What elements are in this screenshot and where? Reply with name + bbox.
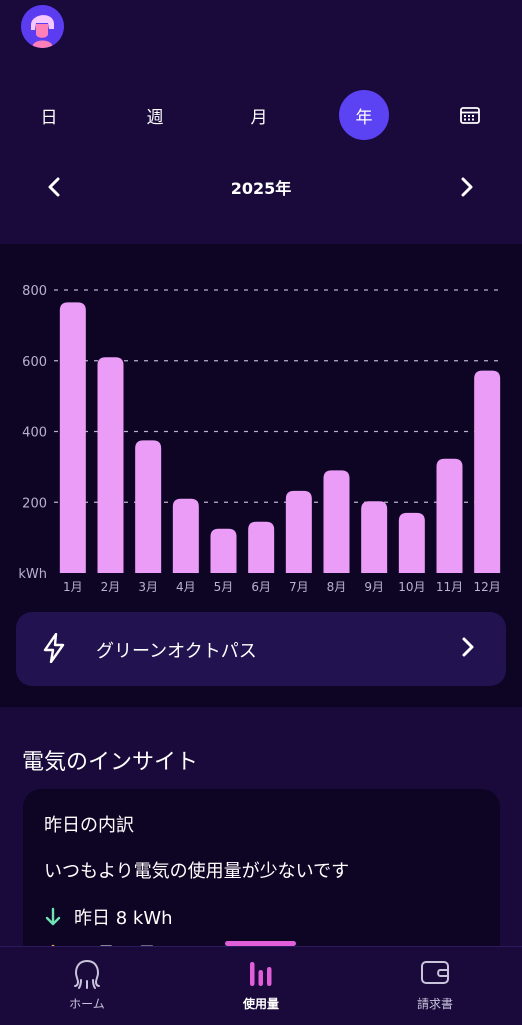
nav-usage[interactable]: 使用量 [201, 947, 321, 1025]
green-octopus-label: グリーンオクトパス [96, 641, 257, 662]
bar-10月[interactable] [398, 512, 425, 573]
avatar-icon [21, 5, 64, 48]
x-tick-label: 9月 [364, 580, 384, 594]
chevron-right-icon [461, 177, 473, 197]
tab-year-label: 年 [355, 107, 373, 128]
bar-2月[interactable] [97, 357, 124, 573]
bar-12月[interactable] [474, 370, 501, 573]
chevron-right-icon [462, 637, 474, 657]
bar-7月[interactable] [285, 490, 312, 573]
bar-5月[interactable] [210, 528, 237, 573]
tab-day-label: 日 [40, 107, 58, 128]
tab-week[interactable]: 週 [130, 90, 180, 140]
y-tick-label: kWh [18, 567, 47, 582]
arrow-down-icon [45, 907, 61, 926]
y-tick-label: 600 [22, 355, 47, 370]
insight-message: いつもより電気の使用量が少ないです [44, 861, 350, 882]
period-tabs: 日 週 月 年 [0, 90, 522, 140]
insights-title: 電気のインサイト [22, 750, 199, 775]
x-tick-label: 8月 [327, 580, 347, 594]
usage-bar-chart: kWh 200 400 600 800 1月 2月 3月 4月 5月 6月 7月 8月 9月 10月 11月 1… [18, 284, 501, 594]
next-year-button[interactable] [451, 171, 483, 203]
y-tick-label: 200 [22, 496, 47, 511]
x-tick-label: 3月 [138, 580, 158, 594]
x-tick-label: 6月 [251, 580, 271, 594]
x-tick-label: 4月 [176, 580, 196, 594]
tab-calendar[interactable] [445, 90, 495, 140]
bar-chart-icon [250, 962, 272, 986]
x-tick-label: 2月 [101, 580, 121, 594]
bar-6月[interactable] [248, 521, 275, 573]
x-tick-label: 5月 [214, 580, 234, 594]
year-navigator: 2025年 [0, 165, 522, 209]
insight-yesterday-value: 昨日 8 kWh [74, 908, 173, 929]
bottom-nav: ホーム 使用量 請求書 [0, 946, 522, 1025]
lightning-icon [43, 633, 65, 663]
year-label: 2025年 [230, 179, 292, 198]
calendar-icon [460, 107, 480, 124]
nav-home-label: ホーム [69, 997, 105, 1011]
tab-day[interactable]: 日 [24, 90, 74, 140]
insight-card-title: 昨日の内訳 [44, 815, 134, 836]
x-tick-label: 11月 [436, 580, 463, 594]
insight-row-yesterday: 昨日 8 kWh [44, 904, 173, 930]
tab-week-label: 週 [146, 107, 164, 128]
nav-bills[interactable]: 請求書 [375, 947, 495, 1025]
octopus-icon [74, 960, 100, 989]
bar-11月[interactable] [436, 458, 463, 573]
y-tick-label: 400 [22, 426, 47, 441]
nav-home[interactable]: ホーム [27, 947, 147, 1025]
header-area: 日 週 月 年 2025年 [0, 0, 522, 243]
bar-8月[interactable] [323, 470, 350, 573]
x-tick-label: 1月 [63, 580, 83, 594]
bar-3月[interactable] [135, 440, 162, 573]
wallet-icon [421, 961, 449, 984]
tab-month-label: 月 [250, 107, 268, 128]
nav-usage-label: 使用量 [242, 997, 279, 1011]
bar-9月[interactable] [361, 501, 388, 573]
tab-year[interactable]: 年 [339, 90, 389, 140]
x-tick-label: 10月 [398, 580, 425, 594]
nav-bills-label: 請求書 [416, 997, 453, 1011]
x-tick-label: 7月 [289, 580, 309, 594]
x-tick-label: 12月 [474, 580, 501, 594]
tab-month[interactable]: 月 [234, 90, 284, 140]
bar-1月[interactable] [59, 302, 86, 573]
bar-4月[interactable] [172, 498, 199, 573]
y-tick-label: 800 [22, 284, 47, 299]
avatar[interactable] [21, 5, 64, 48]
green-octopus-card[interactable]: グリーンオクトパス [16, 612, 506, 686]
